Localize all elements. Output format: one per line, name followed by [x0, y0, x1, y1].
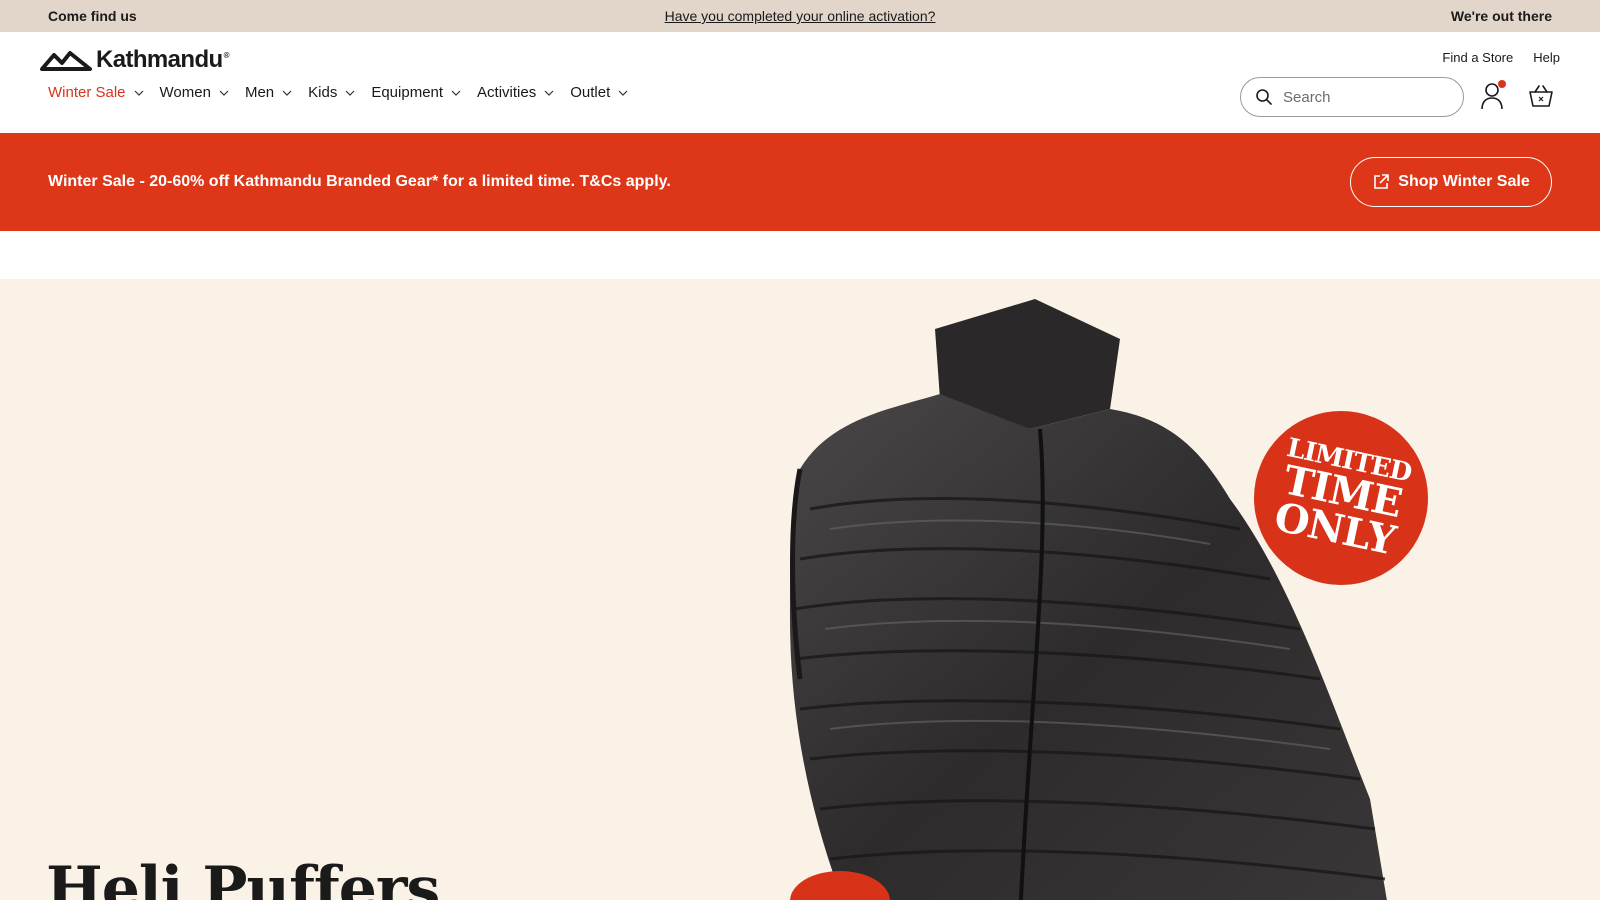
hero-section[interactable]: LIMITED TIME ONLY Heli Puffers — [0, 279, 1600, 900]
find-store-link[interactable]: Find a Store — [1442, 50, 1513, 65]
basket-icon — [1529, 85, 1553, 107]
chevron-down-icon — [451, 90, 461, 96]
search-icon — [1256, 89, 1272, 105]
online-activation-link[interactable]: Have you completed your online activatio… — [665, 8, 936, 24]
nav-label: Outlet — [570, 84, 611, 101]
nav-label: Winter Sale — [48, 84, 126, 101]
announcement-bar: Come find us Have you completed your onl… — [0, 0, 1600, 32]
nav-item-outlet[interactable]: Outlet — [570, 84, 628, 101]
hero-title: Heli Puffers — [46, 854, 440, 900]
nav-item-men[interactable]: Men — [245, 84, 292, 101]
search-box[interactable] — [1240, 77, 1464, 117]
promo-banner: Winter Sale - 20-60% off Kathmandu Brand… — [0, 133, 1600, 231]
help-link[interactable]: Help — [1533, 50, 1560, 65]
puffer-vest-image — [790, 299, 1387, 900]
main-nav: Winter Sale Women Men Kids Equipment Act… — [48, 84, 628, 101]
brand-logo[interactable]: Kathmandu® — [40, 46, 230, 74]
limited-time-badge: LIMITED TIME ONLY — [1254, 411, 1428, 585]
chevron-down-icon — [618, 90, 628, 96]
chevron-down-icon — [345, 90, 355, 96]
nav-label: Kids — [308, 84, 338, 101]
spacer — [0, 231, 1600, 279]
nav-item-winter-sale[interactable]: Winter Sale — [48, 84, 144, 101]
nav-item-equipment[interactable]: Equipment — [371, 84, 461, 101]
chevron-down-icon — [134, 90, 143, 96]
brand-name: Kathmandu® — [96, 46, 230, 73]
notification-dot — [1498, 80, 1506, 88]
nav-item-kids[interactable]: Kids — [308, 84, 355, 101]
shop-winter-sale-label: Shop Winter Sale — [1398, 173, 1530, 190]
nav-item-women[interactable]: Women — [160, 84, 229, 101]
cart-button[interactable] — [1527, 83, 1555, 109]
shop-winter-sale-button[interactable]: Shop Winter Sale — [1350, 157, 1552, 207]
mountain-logo-icon — [40, 51, 92, 71]
chevron-down-icon — [544, 90, 554, 96]
nav-label: Men — [244, 84, 275, 101]
search-input[interactable] — [1283, 88, 1443, 106]
chevron-down-icon — [282, 90, 292, 96]
out-there-link[interactable]: We're out there — [1451, 8, 1552, 24]
come-find-us-link[interactable]: Come find us — [48, 8, 137, 24]
external-link-icon — [1374, 174, 1390, 189]
utility-links: Find a Store Help — [1442, 50, 1560, 65]
nav-item-activities[interactable]: Activities — [477, 84, 554, 101]
chevron-down-icon — [219, 90, 229, 96]
nav-label: Equipment — [371, 84, 444, 101]
site-header: Kathmandu® Find a Store Help Winter Sale… — [0, 32, 1600, 133]
nav-label: Women — [159, 84, 211, 101]
nav-label: Activities — [477, 84, 537, 101]
promo-text: Winter Sale - 20-60% off Kathmandu Brand… — [48, 173, 671, 190]
account-button[interactable] — [1479, 80, 1506, 111]
